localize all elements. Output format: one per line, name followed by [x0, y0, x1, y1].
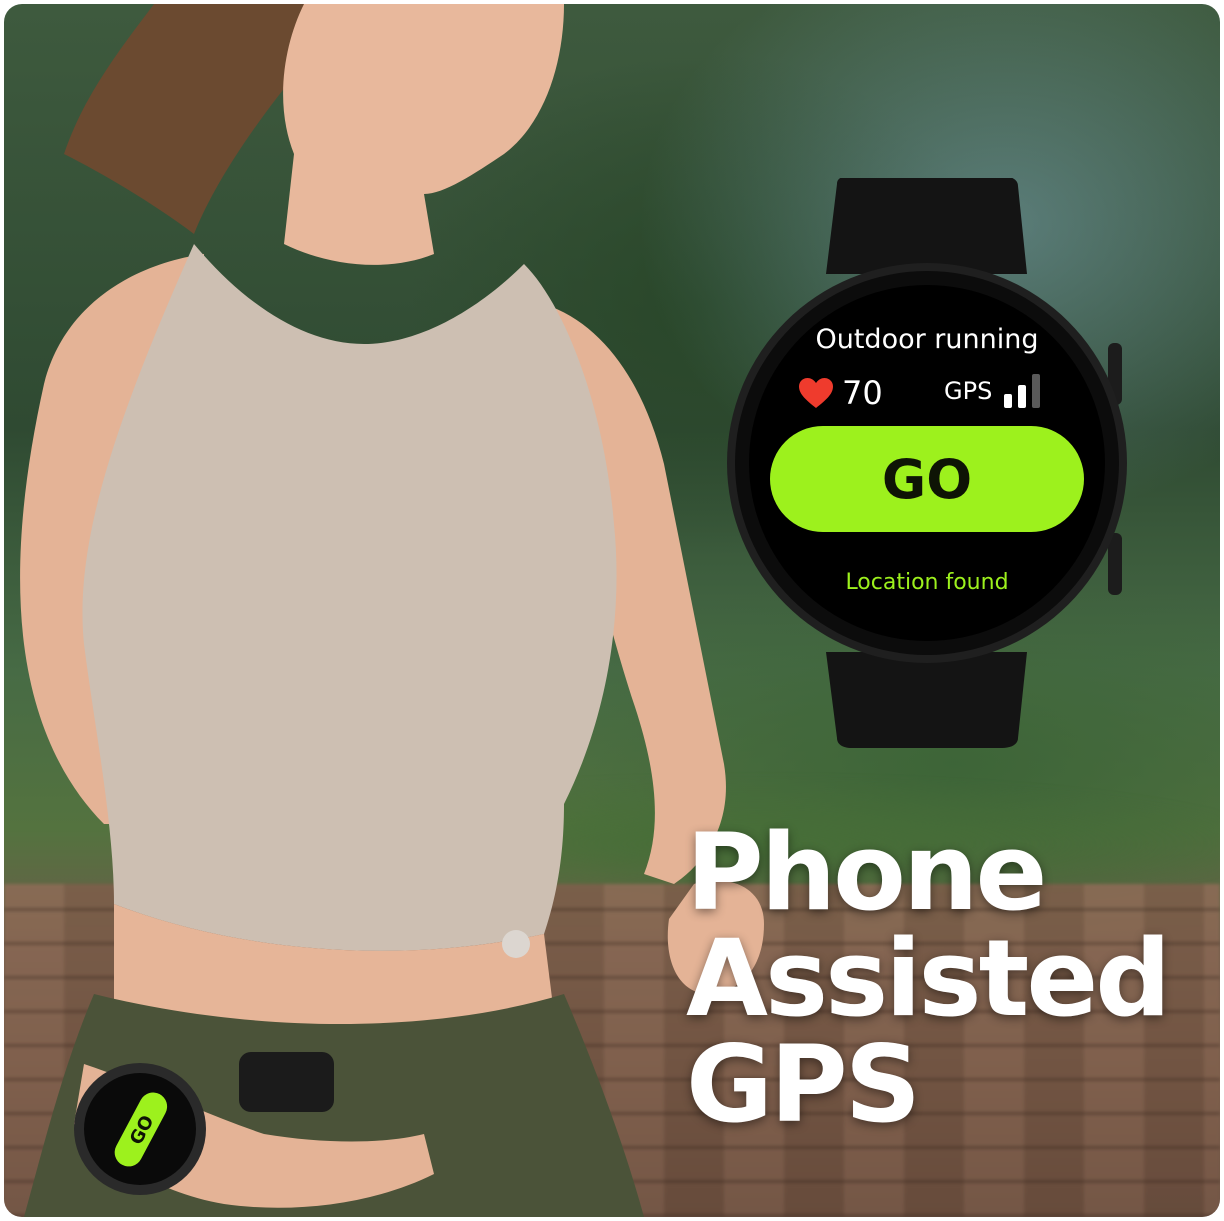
location-status: Location found [845, 570, 1009, 595]
headline-line-2: Assisted [686, 917, 1171, 1040]
smartwatch-product: Outdoor running 70 GPS GO Location found [722, 178, 1132, 748]
signal-bars-icon [1004, 374, 1041, 408]
headline-line-1: Phone [686, 811, 1047, 934]
go-button[interactable]: GO [770, 426, 1084, 532]
gps-status-row: GPS [944, 374, 1046, 408]
heart-rate-value: 70 [842, 374, 883, 412]
headline-line-3: GPS [686, 1023, 921, 1146]
gps-label: GPS [944, 377, 993, 405]
wrist-watch-image: GO [74, 1063, 206, 1195]
runner-photo [20, 4, 764, 1217]
headline: Phone Assisted GPS [686, 820, 1206, 1138]
heart-rate-row: 70 [798, 374, 883, 412]
heart-icon [799, 378, 833, 408]
workout-title: Outdoor running [815, 324, 1039, 355]
